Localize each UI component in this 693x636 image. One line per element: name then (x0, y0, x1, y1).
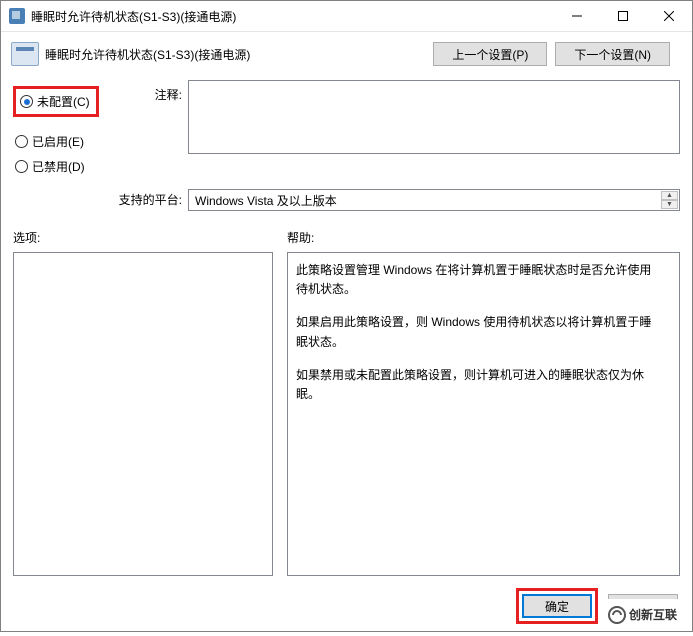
spacer (13, 189, 113, 211)
radio-icon (20, 95, 33, 108)
spinner-up[interactable]: ▲ (661, 191, 678, 200)
help-paragraph: 如果禁用或未配置此策略设置，则计算机可进入的睡眠状态仅为休眠。 (296, 366, 653, 404)
radio-enabled-label: 已启用(E) (32, 133, 84, 150)
help-paragraph: 如果启用此策略设置，则 Windows 使用待机状态以将计算机置于睡眠状态。 (296, 313, 653, 351)
window-controls (554, 1, 692, 31)
radio-not-configured[interactable]: 未配置(C) (18, 93, 90, 110)
footer: 确定 取消 (1, 576, 692, 636)
policy-icon (11, 42, 39, 66)
radio-enabled[interactable]: 已启用(E) (13, 133, 113, 150)
window-title: 睡眠时允许待机状态(S1-S3)(接通电源) (31, 8, 554, 25)
minimize-icon (572, 11, 582, 21)
close-button[interactable] (646, 1, 692, 31)
help-text-box[interactable]: 此策略设置管理 Windows 在将计算机置于睡眠状态时是否允许使用待机状态。 … (287, 252, 680, 576)
options-column: 选项: (13, 229, 273, 576)
titlebar: 睡眠时允许待机状态(S1-S3)(接通电源) (1, 1, 692, 32)
radio-not-configured-label: 未配置(C) (37, 93, 90, 110)
radio-disabled[interactable]: 已禁用(D) (13, 158, 113, 175)
prev-setting-label: 上一个设置(P) (452, 46, 528, 63)
platform-label: 支持的平台: (113, 189, 188, 211)
watermark: 创新互联 (602, 599, 692, 631)
app-icon (9, 8, 25, 24)
subheader: 睡眠时允许待机状态(S1-S3)(接通电源) 上一个设置(P) 下一个设置(N) (1, 32, 692, 74)
ok-button[interactable]: 确定 (522, 594, 592, 618)
spinner: ▲ ▼ (661, 191, 678, 209)
ok-label: 确定 (545, 598, 569, 615)
options-label: 选项: (13, 229, 273, 246)
note-label: 注释: (113, 80, 188, 183)
note-textarea[interactable] (188, 80, 680, 154)
lower-panels: 选项: 帮助: 此策略设置管理 Windows 在将计算机置于睡眠状态时是否允许… (1, 211, 692, 576)
radio-disabled-label: 已禁用(D) (32, 158, 85, 175)
help-paragraph: 此策略设置管理 Windows 在将计算机置于睡眠状态时是否允许使用待机状态。 (296, 261, 653, 299)
help-label: 帮助: (287, 229, 680, 246)
policy-title: 睡眠时允许待机状态(S1-S3)(接通电源) (45, 46, 433, 63)
platform-display[interactable]: Windows Vista 及以上版本 ▲ ▼ (188, 189, 680, 211)
options-box (13, 252, 273, 576)
radio-group: 未配置(C) 已启用(E) 已禁用(D) (13, 80, 113, 183)
radio-icon (15, 160, 28, 173)
note-field-col (188, 80, 680, 183)
help-column: 帮助: 此策略设置管理 Windows 在将计算机置于睡眠状态时是否允许使用待机… (287, 229, 680, 576)
watermark-logo-icon: 创新互联 (607, 603, 687, 627)
highlight-not-configured: 未配置(C) (13, 86, 99, 117)
spinner-down[interactable]: ▼ (661, 200, 678, 209)
next-setting-button[interactable]: 下一个设置(N) (555, 42, 670, 66)
next-setting-label: 下一个设置(N) (574, 46, 651, 63)
maximize-icon (618, 11, 628, 21)
highlight-ok: 确定 (516, 588, 598, 624)
nav-buttons: 上一个设置(P) 下一个设置(N) (433, 42, 670, 66)
minimize-button[interactable] (554, 1, 600, 31)
platform-field-col: Windows Vista 及以上版本 ▲ ▼ (188, 189, 680, 211)
dialog-window: 睡眠时允许待机状态(S1-S3)(接通电源) 睡眠时允许待机状态(S1-S3)(… (0, 0, 693, 632)
close-icon (664, 11, 674, 21)
maximize-button[interactable] (600, 1, 646, 31)
platform-row: 支持的平台: Windows Vista 及以上版本 ▲ ▼ (1, 183, 692, 211)
radio-icon (15, 135, 28, 148)
platform-value: Windows Vista 及以上版本 (195, 192, 337, 209)
svg-text:创新互联: 创新互联 (628, 607, 677, 622)
config-row: 未配置(C) 已启用(E) 已禁用(D) 注释: (1, 74, 692, 183)
prev-setting-button[interactable]: 上一个设置(P) (433, 42, 547, 66)
